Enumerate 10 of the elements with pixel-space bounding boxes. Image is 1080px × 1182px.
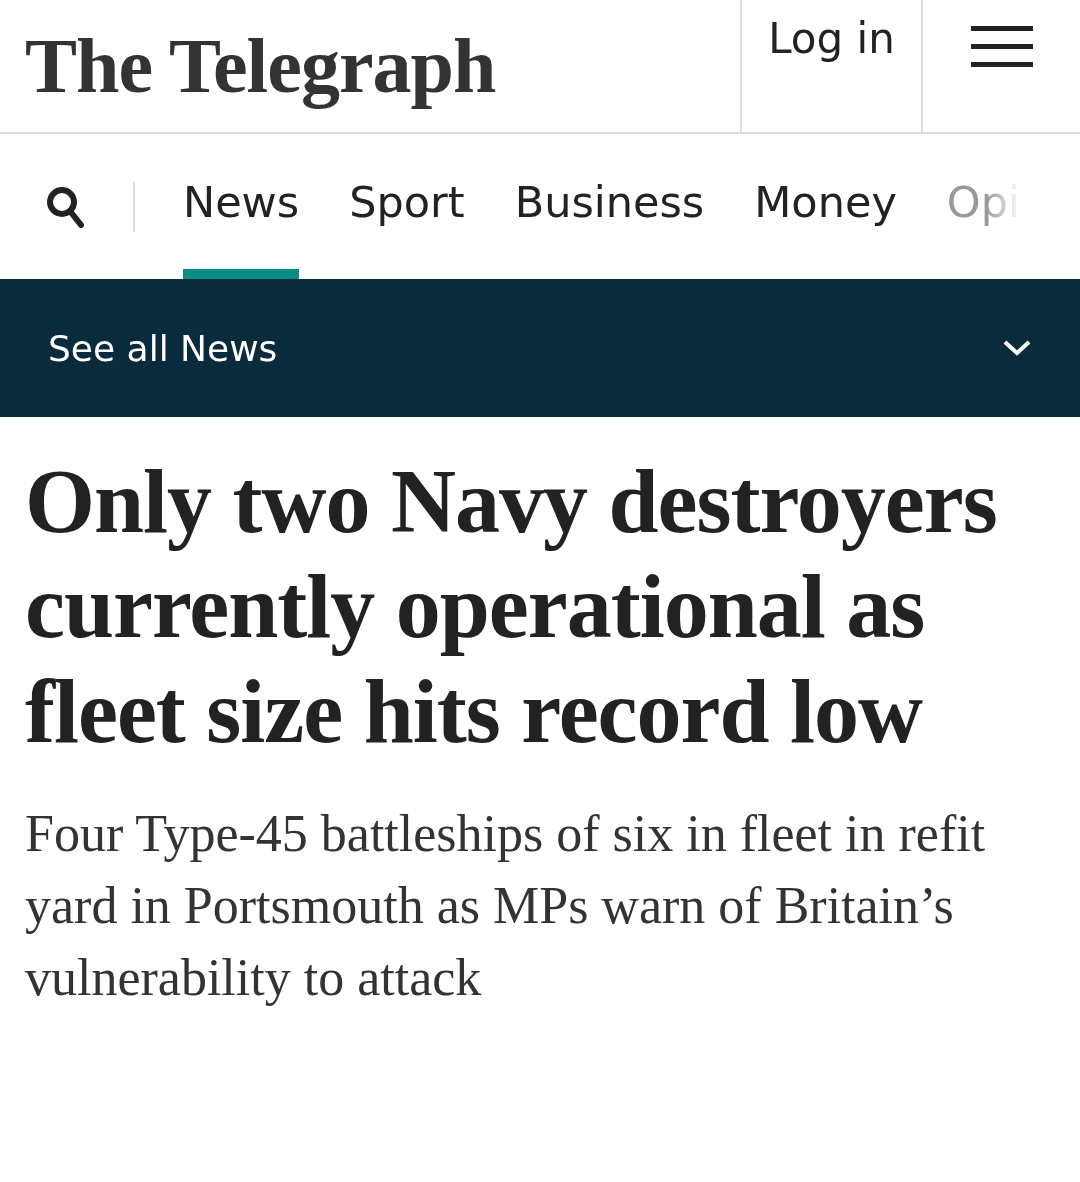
nav-tab[interactable]: Money (754, 134, 897, 279)
nav-tab[interactable]: Sport (349, 134, 465, 279)
login-button[interactable]: Log in (740, 0, 923, 132)
nav-tab[interactable]: Business (514, 134, 705, 279)
search-icon (46, 185, 84, 228)
section-dropdown[interactable]: See all News (0, 279, 1080, 417)
article-standfirst: Four Type-45 battleships of six in fleet in refit yard in Portsmouth as MPs warn of Britain’s vulnerability to attack (25, 804, 987, 1008)
article-headline: Only two Navy destroyers currently operational as fleet size hits record low (25, 451, 998, 763)
menu-icon (970, 26, 1033, 68)
site-logo[interactable]: The Telegraph (25, 21, 496, 111)
